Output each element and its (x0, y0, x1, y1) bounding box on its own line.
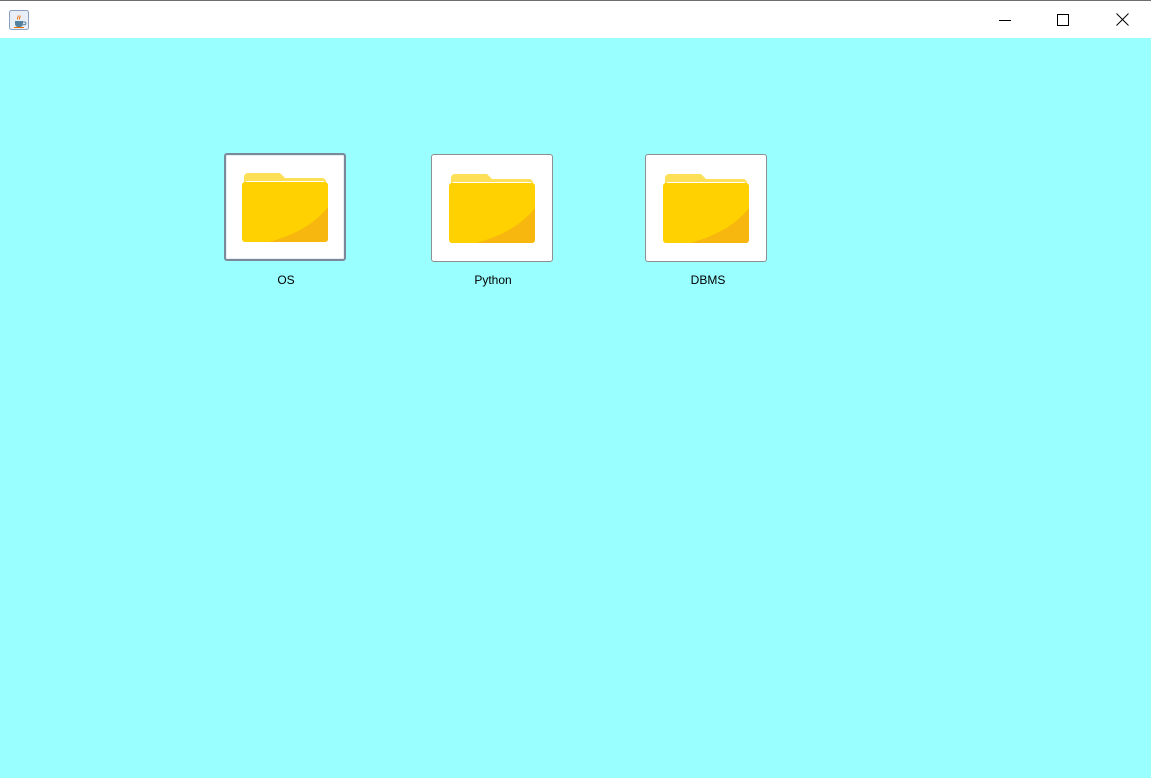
maximize-button[interactable] (1034, 1, 1092, 38)
minimize-icon (999, 19, 1011, 21)
folder-button-os[interactable] (224, 153, 346, 261)
folder-button-dbms[interactable] (645, 154, 767, 262)
folder-label-python: Python (474, 273, 512, 287)
close-icon (1115, 13, 1129, 26)
minimize-button[interactable] (976, 1, 1034, 38)
folder-icon (449, 174, 535, 243)
window-titlebar[interactable] (0, 0, 1151, 38)
folder-icon (663, 174, 749, 243)
folder-icon (242, 173, 328, 242)
folder-label-os: OS (277, 273, 295, 287)
java-coffee-icon[interactable] (9, 10, 29, 30)
maximize-icon (1057, 13, 1069, 26)
close-button[interactable] (1093, 1, 1151, 38)
folder-panel: OS Python DBMS (0, 38, 1151, 778)
folder-label-dbms: DBMS (690, 273, 726, 287)
folder-button-python[interactable] (431, 154, 553, 262)
